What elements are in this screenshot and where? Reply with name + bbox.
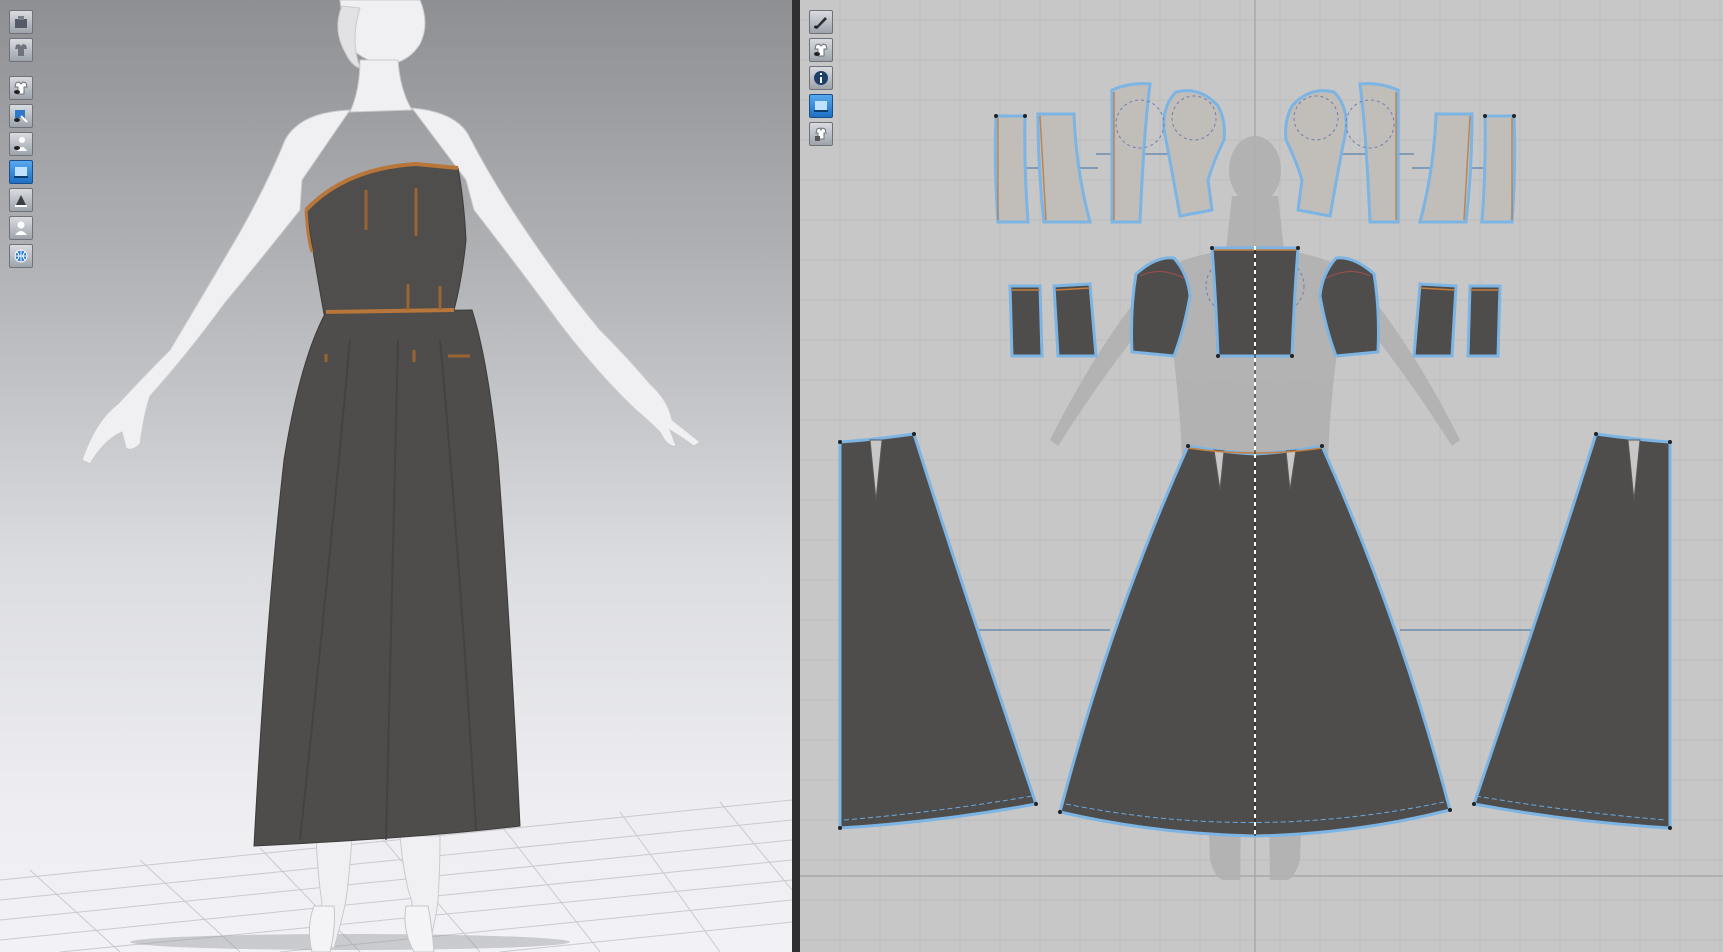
show-pins-icon[interactable]	[9, 104, 33, 128]
show-avatar-icon[interactable]	[9, 132, 33, 156]
avatar-display-icon[interactable]	[9, 10, 33, 34]
pattern-piece	[1466, 284, 1502, 358]
pattern-piece	[1162, 89, 1226, 218]
pattern-piece	[993, 114, 1030, 224]
pattern-piece	[1412, 282, 1458, 358]
pattern-piece	[1358, 82, 1400, 224]
lock-garment-icon[interactable]	[809, 122, 833, 146]
render-mode-icon[interactable]	[9, 188, 33, 212]
3d-bodice	[305, 163, 467, 315]
3d-scene	[0, 0, 792, 952]
show-garment-icon[interactable]	[9, 76, 33, 100]
2d-toolbar	[809, 10, 833, 150]
garment-display-icon[interactable]	[9, 38, 33, 62]
skirt-side-right	[1472, 432, 1672, 830]
texture-surface-icon[interactable]	[9, 160, 33, 184]
pattern-piece	[1284, 89, 1348, 218]
mesh-globe-icon[interactable]	[9, 244, 33, 268]
3d-viewport[interactable]	[0, 0, 792, 952]
3d-toolbar	[9, 10, 33, 272]
pattern-piece	[1480, 114, 1517, 224]
viewport-divider[interactable]	[792, 0, 800, 952]
pattern-piece	[1110, 82, 1152, 224]
pen-tool-icon[interactable]	[809, 10, 833, 34]
app-window	[0, 0, 1723, 952]
3d-dress[interactable]	[253, 161, 521, 847]
2d-pattern-viewport[interactable]	[800, 0, 1723, 952]
info-icon[interactable]	[809, 66, 833, 90]
fabric-texture-icon[interactable]	[809, 94, 833, 118]
avatar-silhouette-icon[interactable]	[9, 216, 33, 240]
pattern-piece	[1008, 284, 1044, 358]
pattern-piece	[1052, 282, 1098, 358]
skirt-side-left	[838, 432, 1038, 830]
avatar-shadow	[130, 934, 570, 950]
2d-pattern-canvas	[800, 0, 1723, 952]
garment-tool-icon[interactable]	[809, 38, 833, 62]
